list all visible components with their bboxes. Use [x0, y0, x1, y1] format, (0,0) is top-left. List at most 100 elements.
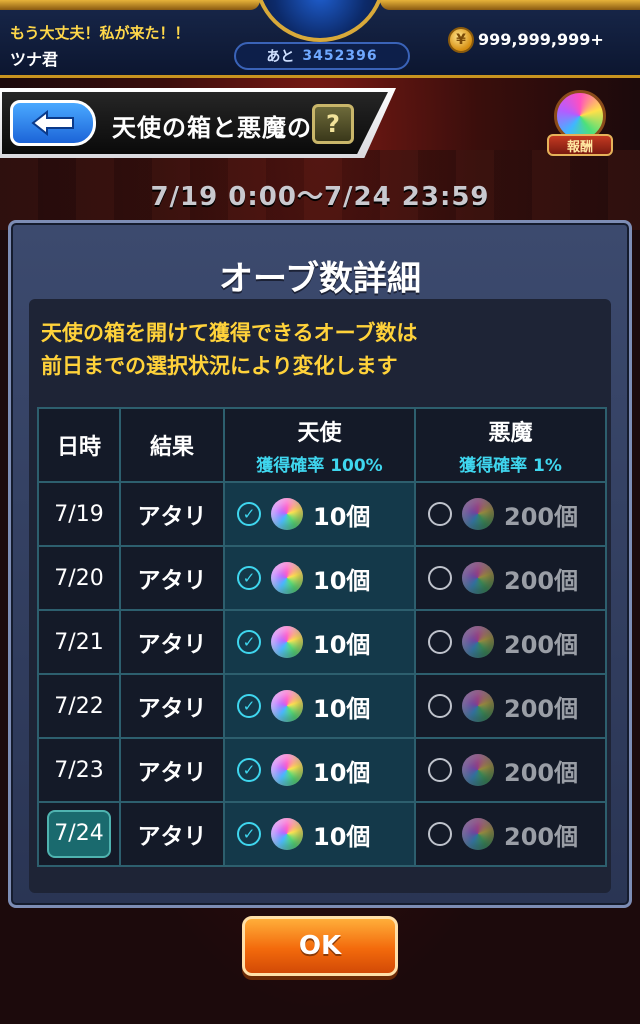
header-angel-rate: 獲得確率 100% [256, 455, 383, 476]
reward-button[interactable]: 報酬 [544, 90, 616, 162]
orb-icon [462, 818, 494, 850]
row-result: アタリ [119, 737, 225, 803]
devil-qty: 200個 [504, 630, 579, 659]
orb-table: 日時 結果 天使 獲得確率 100% 悪魔 獲得確率 1% 7/19 アタリ ✓… [37, 407, 607, 867]
orb-icon [271, 818, 303, 850]
orb-icon [462, 626, 494, 658]
devil-choice: 200個 [414, 737, 607, 803]
row-result: アタリ [119, 609, 225, 675]
event-period: 7/19 0:00〜7/24 23:59 [150, 182, 490, 212]
reward-label: 報酬 [547, 134, 613, 156]
orb-detail-dialog: オーブ数詳細 天使の箱を開けて獲得できるオーブ数は 前日までの選択状況により変化… [8, 220, 632, 908]
angel-qty: 10個 [313, 566, 371, 595]
header-devil: 悪魔 獲得確率 1% [414, 407, 607, 483]
radio-icon [428, 502, 452, 526]
devil-qty: 200個 [504, 502, 579, 531]
exp-remaining: あと 3452396 [234, 42, 410, 70]
radio-icon [428, 630, 452, 654]
check-icon: ✓ [237, 566, 261, 590]
orb-icon [462, 754, 494, 786]
notice-line-2: 前日までの選択状況により変化します [41, 354, 398, 378]
notice-text: 天使の箱を開けて獲得できるオーブ数は 前日までの選択状況により変化します [41, 317, 601, 383]
status-bar-rim-right [380, 0, 640, 10]
row-result: アタリ [119, 545, 225, 611]
table-header-row: 日時 結果 天使 獲得確率 100% 悪魔 獲得確率 1% [37, 407, 607, 483]
orb-icon [462, 690, 494, 722]
table-row: 7/22 アタリ ✓ 10個 200個 [37, 673, 607, 739]
player-name: ツナ君 [10, 50, 59, 69]
angel-qty: 10個 [313, 822, 371, 851]
header-devil-rate: 獲得確率 1% [459, 455, 562, 476]
header-angel-label: 天使 [297, 420, 342, 446]
angel-qty: 10個 [313, 502, 371, 531]
devil-choice: 200個 [414, 673, 607, 739]
back-arrow-icon [31, 110, 74, 136]
devil-choice: 200個 [414, 801, 607, 867]
devil-qty: 200個 [504, 694, 579, 723]
table-row: 7/19 アタリ ✓ 10個 200個 [37, 481, 607, 547]
angel-choice: ✓ 10個 [223, 801, 416, 867]
radio-icon [428, 758, 452, 782]
angel-qty: 10個 [313, 758, 371, 787]
row-result: アタリ [119, 801, 225, 867]
row-date: 7/23 [37, 737, 121, 803]
coin-count: 999,999,999+ [478, 30, 604, 49]
row-result: アタリ [119, 673, 225, 739]
page-title: 天使の箱と悪魔の箱 [112, 114, 337, 142]
check-icon: ✓ [237, 502, 261, 526]
rank-emblem[interactable] [254, 0, 386, 42]
exp-value: 3452396 [302, 48, 378, 64]
orb-icon [462, 498, 494, 530]
status-bar-rim-left [0, 0, 260, 10]
header-devil-label: 悪魔 [488, 420, 533, 446]
orb-icon [271, 498, 303, 530]
radio-icon [428, 694, 452, 718]
status-message: もう大丈夫！私が来た！！ [10, 24, 190, 42]
radio-icon [428, 566, 452, 590]
check-icon: ✓ [237, 822, 261, 846]
dialog-title: オーブ数詳細 [219, 259, 421, 299]
notice-line-1: 天使の箱を開けて獲得できるオーブ数は [41, 321, 418, 345]
row-date: 7/19 [37, 481, 121, 547]
check-icon: ✓ [237, 758, 261, 782]
exp-label: あと [266, 49, 295, 65]
table-row: 7/23 アタリ ✓ 10個 200個 [37, 737, 607, 803]
header-date: 日時 [37, 407, 121, 483]
devil-choice: 200個 [414, 545, 607, 611]
table-row: 7/24 アタリ ✓ 10個 200個 [37, 801, 607, 867]
orb-icon [462, 562, 494, 594]
radio-icon [428, 822, 452, 846]
angel-choice: ✓ 10個 [223, 737, 416, 803]
orb-icon [271, 690, 303, 722]
help-button[interactable]: ? [312, 104, 354, 144]
angel-choice: ✓ 10個 [223, 673, 416, 739]
angel-choice: ✓ 10個 [223, 609, 416, 675]
angel-choice: ✓ 10個 [223, 481, 416, 547]
ok-button[interactable]: OK [242, 916, 398, 976]
row-date: 7/20 [37, 545, 121, 611]
dialog-body: 天使の箱を開けて獲得できるオーブ数は 前日までの選択状況により変化します 日時 … [29, 299, 611, 893]
orb-icon [271, 754, 303, 786]
question-icon: ? [326, 110, 340, 138]
orb-icon [271, 626, 303, 658]
table-row: 7/21 アタリ ✓ 10個 200個 [37, 609, 607, 675]
angel-qty: 10個 [313, 694, 371, 723]
coin-icon: ¥ [448, 27, 474, 53]
devil-choice: 200個 [414, 609, 607, 675]
back-button[interactable] [10, 100, 96, 146]
status-bar: もう大丈夫！私が来た！！ ツナ君 あと 3452396 ¥ 999,999,99… [0, 0, 640, 78]
row-result: アタリ [119, 481, 225, 547]
orb-icon [271, 562, 303, 594]
devil-qty: 200個 [504, 758, 579, 787]
row-date-today: 7/24 [37, 801, 121, 867]
devil-choice: 200個 [414, 481, 607, 547]
table-row: 7/20 アタリ ✓ 10個 200個 [37, 545, 607, 611]
header-angel: 天使 獲得確率 100% [223, 407, 416, 483]
angel-choice: ✓ 10個 [223, 545, 416, 611]
header-result: 結果 [119, 407, 225, 483]
check-icon: ✓ [237, 630, 261, 654]
row-date: 7/22 [37, 673, 121, 739]
devil-qty: 200個 [504, 566, 579, 595]
check-icon: ✓ [237, 694, 261, 718]
today-date-badge: 7/24 [47, 810, 111, 858]
